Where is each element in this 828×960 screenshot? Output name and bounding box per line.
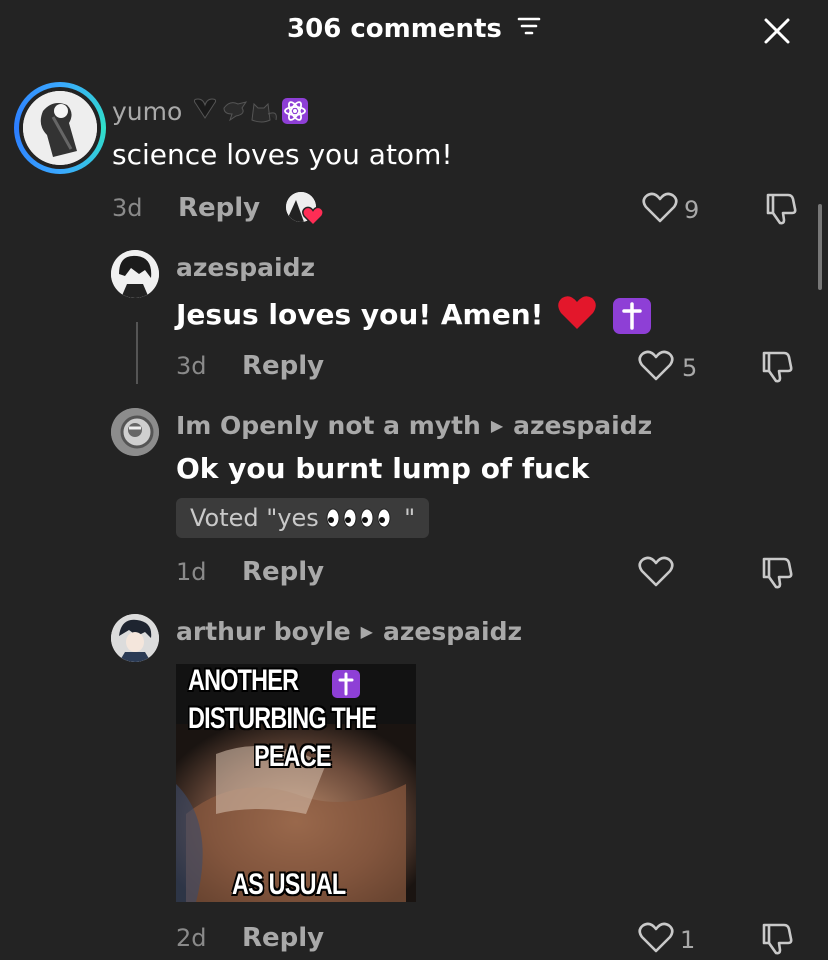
comment-time: 3d [176, 352, 207, 380]
comment-username[interactable]: yumo [112, 96, 310, 126]
reply-arrow-icon: ▶ [360, 622, 373, 641]
avatar[interactable] [111, 250, 159, 298]
like-count: 9 [684, 196, 700, 224]
like-count: 5 [682, 354, 698, 382]
creator-heart-icon [302, 206, 324, 230]
comments-header: 306 comments [0, 0, 828, 64]
comment-username[interactable]: arthur boyle ▶ azespaidz [176, 617, 522, 646]
like-heart-icon[interactable] [638, 556, 674, 592]
like-count: 1 [680, 926, 696, 954]
close-icon[interactable] [762, 16, 792, 46]
meme-caption-line: ANOTHER [188, 664, 299, 697]
comment-text: science loves you atom! [112, 138, 453, 171]
dislike-icon[interactable] [762, 192, 798, 230]
comment-text: Jesus loves you! Amen! [176, 294, 651, 334]
dislike-icon[interactable] [758, 350, 794, 388]
comment-time: 2d [176, 924, 207, 952]
reply-button[interactable]: Reply [242, 351, 324, 381]
dislike-icon[interactable] [758, 922, 794, 960]
reply-button[interactable]: Reply [242, 557, 324, 587]
avatar-story-ring[interactable] [14, 82, 106, 174]
eyes-emoji-icons [319, 504, 404, 532]
reply-to-username[interactable]: azespaidz [383, 617, 522, 646]
like-heart-icon[interactable] [638, 922, 674, 958]
thread-line [136, 322, 138, 384]
reply-button[interactable]: Reply [178, 193, 260, 223]
reply-button[interactable]: Reply [242, 923, 324, 953]
emoji-icons [182, 97, 310, 126]
comment-time: 1d [176, 558, 207, 586]
meme-caption-line: DISTURBING THE [188, 702, 377, 735]
meme-image[interactable]: ANOTHER DISTURBING THE PEACE AS USUAL [176, 664, 416, 902]
avatar[interactable] [111, 614, 159, 662]
reply-to-username[interactable]: azespaidz [513, 411, 652, 440]
comment-time: 3d [112, 194, 143, 222]
scrollbar[interactable] [818, 204, 822, 290]
comment-username[interactable]: azespaidz [176, 253, 315, 282]
comments-count-title: 306 comments [0, 14, 828, 44]
reply-arrow-icon: ▶ [490, 416, 504, 435]
latin-cross-emoji-icon [612, 298, 651, 334]
filter-sort-icon[interactable] [517, 13, 541, 43]
latin-cross-emoji-icon [332, 670, 360, 698]
comments-count-label: 306 comments [287, 14, 502, 44]
comment-username[interactable]: Im Openly not a myth ▶ azespaidz [176, 411, 652, 440]
avatar[interactable] [111, 408, 159, 456]
meme-caption-line: AS USUAL [232, 868, 346, 901]
meme-caption-line: PEACE [254, 740, 332, 773]
red-heart-emoji-icon [543, 296, 607, 331]
comment-text: Ok you burnt lump of fuck [176, 452, 590, 485]
like-heart-icon[interactable] [638, 350, 674, 386]
like-heart-icon[interactable] [642, 192, 678, 228]
avatar [23, 91, 97, 165]
dislike-icon[interactable] [758, 556, 794, 594]
poll-vote-badge: Voted "yes " [176, 498, 430, 538]
